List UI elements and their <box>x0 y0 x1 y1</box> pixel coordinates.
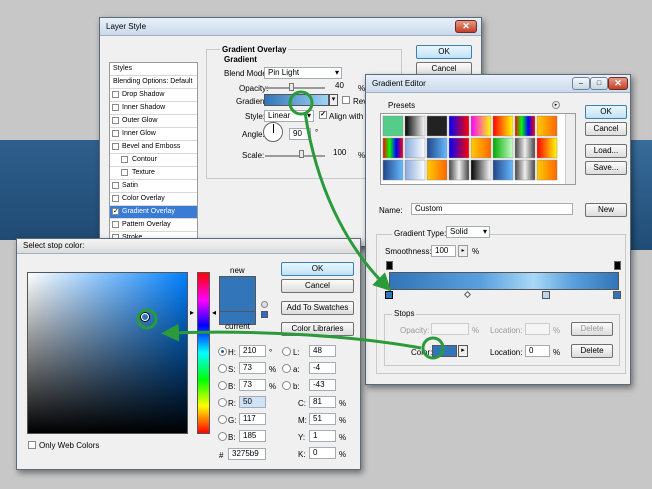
arrow-to-color-field <box>161 323 422 350</box>
arrow-to-color-stop <box>303 111 392 292</box>
stop-color-highlight <box>421 336 445 360</box>
gradient-preview-highlight <box>288 90 314 116</box>
color-field-highlight <box>136 308 158 330</box>
annotation-arrows <box>136 90 445 360</box>
